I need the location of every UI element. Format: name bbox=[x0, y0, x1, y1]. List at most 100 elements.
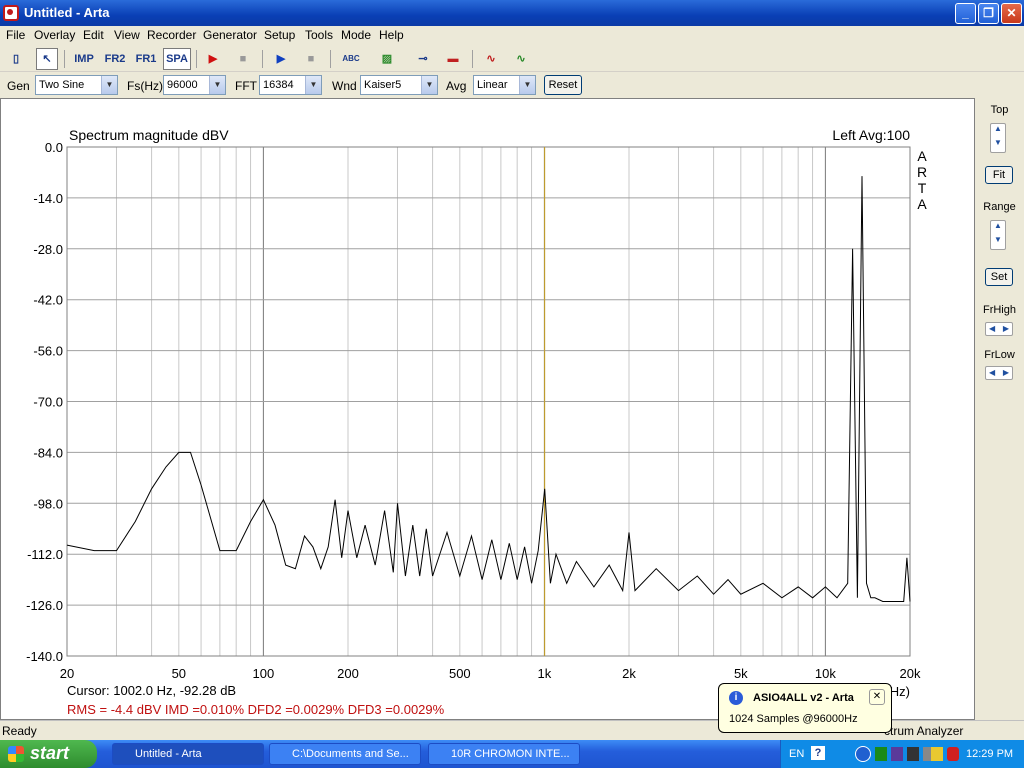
x-tick-label: 5k bbox=[734, 666, 748, 681]
clock[interactable]: 12:29 PM bbox=[966, 748, 1013, 760]
generator-select[interactable]: Two Sine ▼ bbox=[35, 75, 118, 95]
chevron-up-icon[interactable]: ▲ bbox=[991, 221, 1005, 235]
windows-logo-icon bbox=[8, 746, 24, 762]
arta-watermark-letter: A bbox=[917, 148, 927, 164]
spectrum-chart[interactable]: 0.0 -14.0 -28.0 -42.0 -56.0 -70.0 -84.0 -98.0 -1… bbox=[1, 99, 974, 719]
sample-rate-select[interactable]: 96000 ▼ bbox=[163, 75, 226, 95]
top-spinner[interactable]: ▲ ▼ bbox=[990, 123, 1006, 153]
title-bar: Untitled - Arta _ ❐ ✕ bbox=[0, 0, 1024, 26]
taskbar-item-image[interactable]: 10R CHROMON INTE... bbox=[428, 743, 580, 765]
toolbar: ▯ ↖ IMP FR2 FR1 SPA ▶ ■ ▶ ■ ABC ▨ ⊸ ▬ ∿ … bbox=[0, 46, 1024, 72]
spectrum-plot-area[interactable]: 0.0 -14.0 -28.0 -42.0 -56.0 -70.0 -84.0 -98.0 -1… bbox=[0, 98, 975, 720]
close-button[interactable]: ✕ bbox=[1001, 3, 1022, 24]
menu-setup[interactable]: Setup bbox=[264, 28, 295, 42]
close-icon[interactable]: ✕ bbox=[869, 689, 885, 705]
oscilloscope-icon[interactable]: ∿ bbox=[510, 48, 532, 70]
frlow-spinner[interactable]: ◀ ▶ bbox=[985, 366, 1013, 380]
arta-logo-icon[interactable] bbox=[3, 5, 19, 21]
menu-generator[interactable]: Generator bbox=[203, 28, 257, 42]
folder-icon[interactable] bbox=[931, 747, 943, 761]
y-tick-label: -126.0 bbox=[26, 598, 63, 613]
reset-button[interactable]: Reset bbox=[544, 75, 582, 95]
x-axis-unit: Hz) bbox=[890, 684, 910, 699]
fft-label: FFT bbox=[235, 79, 257, 93]
fit-button[interactable]: Fit bbox=[985, 166, 1013, 184]
y-tick-label: 0.0 bbox=[45, 140, 63, 155]
wnd-label: Wnd bbox=[332, 79, 357, 93]
fr1-mode-button[interactable]: FR1 bbox=[132, 48, 160, 70]
pointer-icon[interactable]: ↖ bbox=[36, 48, 58, 70]
channel-label: Left Avg:100 bbox=[832, 127, 910, 143]
window-select[interactable]: Kaiser5 ▼ bbox=[360, 75, 438, 95]
avg-label: Avg bbox=[446, 79, 467, 93]
spectrogram-icon[interactable]: ▬ bbox=[442, 48, 464, 70]
x-tick-label: 1k bbox=[538, 666, 552, 681]
shield-icon[interactable] bbox=[947, 747, 959, 761]
gen-label: Gen bbox=[7, 79, 30, 93]
frhigh-label: FrHigh bbox=[982, 304, 1016, 316]
cursor-readout: Cursor: 1002.0 Hz, -92.28 dB bbox=[67, 683, 236, 698]
stop-play-icon[interactable]: ■ bbox=[300, 48, 322, 70]
start-button[interactable]: start bbox=[0, 740, 97, 768]
y-tick-label: -140.0 bbox=[26, 649, 63, 664]
impulse-mode-button[interactable]: IMP bbox=[70, 48, 98, 70]
chevron-down-icon: ▼ bbox=[209, 76, 225, 94]
menu-overlay[interactable]: Overlay bbox=[34, 28, 75, 42]
x-tick-label: 2k bbox=[622, 666, 636, 681]
chevron-left-icon[interactable] bbox=[855, 746, 871, 762]
help-icon[interactable]: ? bbox=[811, 746, 825, 760]
slider-icon[interactable]: ⊸ bbox=[412, 48, 434, 70]
chevron-left-icon[interactable]: ◀ bbox=[989, 368, 995, 377]
menu-edit[interactable]: Edit bbox=[83, 28, 104, 42]
balloon-message: 1024 Samples @96000Hz bbox=[729, 713, 858, 725]
tray-app-icon[interactable] bbox=[907, 747, 919, 761]
waveform-icon[interactable]: ∿ bbox=[480, 48, 502, 70]
distortion-readout: RMS = -4.4 dBV IMD =0.010% DFD2 =0.0029%… bbox=[67, 702, 445, 717]
chevron-right-icon[interactable]: ▶ bbox=[1003, 324, 1009, 333]
chevron-down-icon: ▼ bbox=[101, 76, 117, 94]
menu-help[interactable]: Help bbox=[379, 28, 404, 42]
chevron-right-icon[interactable]: ▶ bbox=[1003, 368, 1009, 377]
text-annotation-icon[interactable]: ABC bbox=[338, 48, 364, 70]
menu-bar: File Overlay Edit View Recorder Generato… bbox=[0, 26, 1024, 46]
chevron-up-icon[interactable]: ▲ bbox=[991, 124, 1005, 138]
range-spinner[interactable]: ▲ ▼ bbox=[990, 220, 1006, 250]
tray-app-icon[interactable] bbox=[891, 747, 903, 761]
spa-mode-button[interactable]: SPA bbox=[163, 48, 191, 70]
chevron-left-icon[interactable]: ◀ bbox=[989, 324, 995, 333]
taskbar-item-arta[interactable]: Untitled - Arta bbox=[112, 743, 264, 765]
chevron-down-icon[interactable]: ▼ bbox=[991, 138, 1005, 152]
stop-record-icon[interactable]: ■ bbox=[232, 48, 254, 70]
grid-icon[interactable]: ▨ bbox=[376, 48, 398, 70]
menu-recorder[interactable]: Recorder bbox=[147, 28, 196, 42]
y-tick-label: -112.0 bbox=[27, 547, 63, 562]
averaging-select[interactable]: Linear ▼ bbox=[473, 75, 536, 95]
set-button[interactable]: Set bbox=[985, 268, 1013, 286]
restore-button[interactable]: ❐ bbox=[978, 3, 999, 24]
x-tick-label: 50 bbox=[172, 666, 186, 681]
asio-tray-icon[interactable] bbox=[875, 747, 887, 761]
window-title: Untitled - Arta bbox=[24, 5, 110, 20]
menu-file[interactable]: File bbox=[6, 28, 25, 42]
menu-tools[interactable]: Tools bbox=[305, 28, 333, 42]
chevron-down-icon[interactable]: ▼ bbox=[991, 235, 1005, 249]
x-tick-label: 10k bbox=[815, 666, 836, 681]
fr2-mode-button[interactable]: FR2 bbox=[101, 48, 129, 70]
system-tray: EN ? 12:29 PM bbox=[780, 740, 1024, 768]
menu-mode[interactable]: Mode bbox=[341, 28, 371, 42]
language-indicator[interactable]: EN bbox=[789, 748, 804, 760]
minimize-button[interactable]: _ bbox=[955, 3, 976, 24]
chevron-down-icon: ▼ bbox=[421, 76, 437, 94]
taskbar-item-explorer[interactable]: C:\Documents and Se... bbox=[269, 743, 421, 765]
x-tick-label: 100 bbox=[253, 666, 275, 681]
record-icon[interactable]: ▶ bbox=[202, 48, 224, 70]
asio-notification-balloon[interactable]: i ASIO4ALL v2 - Arta ✕ 1024 Samples @960… bbox=[718, 683, 892, 733]
fft-size-select[interactable]: 16384 ▼ bbox=[259, 75, 322, 95]
fs-label: Fs(Hz) bbox=[127, 79, 163, 93]
arta-watermark-letter: R bbox=[917, 164, 927, 180]
new-file-icon[interactable]: ▯ bbox=[5, 48, 27, 70]
play-icon[interactable]: ▶ bbox=[270, 48, 292, 70]
range-label: Range bbox=[983, 201, 1016, 213]
frhigh-spinner[interactable]: ◀ ▶ bbox=[985, 322, 1013, 336]
menu-view[interactable]: View bbox=[114, 28, 140, 42]
